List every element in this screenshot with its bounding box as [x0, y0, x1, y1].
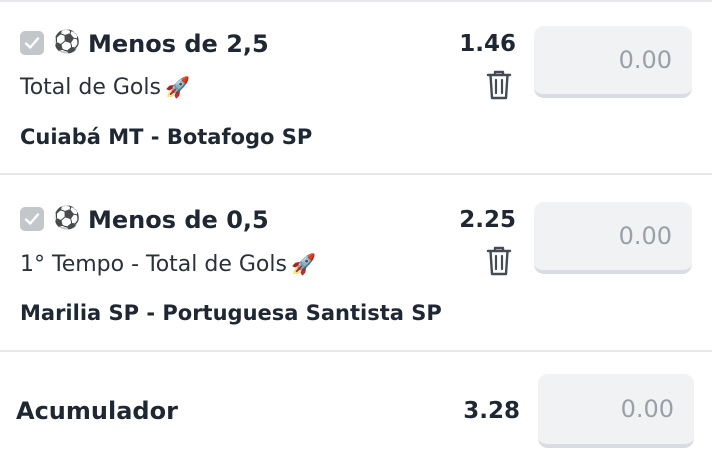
bet-type: Total de Gols 🚀: [20, 74, 190, 101]
market-name: Menos de 0,5: [88, 206, 269, 234]
team-separator: -: [150, 125, 160, 149]
soccer-ball-icon: ⚽: [53, 206, 81, 231]
stake-input[interactable]: [534, 26, 692, 98]
home-team: Marilia SP: [20, 301, 140, 325]
select-checkbox[interactable]: [20, 207, 44, 231]
soccer-ball-icon: ⚽: [53, 30, 81, 55]
stake-input[interactable]: [534, 202, 692, 274]
bet-selection: ⚽ Menos de 0,5 1° Tempo - Total de Gols 🚀…: [0, 177, 712, 352]
checkmark-icon: [24, 37, 40, 49]
odds-value: 1.46: [459, 31, 516, 57]
bet-slip: ⚽ Menos de 2,5 Total de Gols 🚀 Cuiabá MT …: [0, 0, 712, 468]
checkmark-icon: [24, 213, 40, 225]
rocket-icon: 🚀: [164, 75, 190, 99]
away-team: Botafogo SP: [166, 125, 313, 149]
match-teams: Cuiabá MT - Botafogo SP: [20, 124, 312, 150]
match-teams: Marilia SP - Portuguesa Santista SP: [20, 300, 442, 326]
bet-type-label: 1° Tempo - Total de Gols: [20, 252, 287, 277]
home-team: Cuiabá MT: [20, 125, 144, 149]
accumulator-label: Acumulador: [16, 397, 178, 425]
market-name: Menos de 2,5: [88, 30, 269, 58]
bet-type: 1° Tempo - Total de Gols 🚀: [20, 251, 316, 278]
select-checkbox[interactable]: [20, 31, 44, 55]
bet-selection: ⚽ Menos de 2,5 Total de Gols 🚀 Cuiabá MT …: [0, 2, 712, 175]
accumulator-stake-input[interactable]: [538, 374, 694, 448]
trash-icon[interactable]: [484, 68, 514, 102]
trash-icon[interactable]: [484, 244, 514, 278]
away-team: Portuguesa Santista SP: [162, 301, 442, 325]
bet-type-label: Total de Gols: [20, 75, 161, 100]
odds-value: 2.25: [459, 207, 516, 233]
rocket-icon: 🚀: [290, 252, 316, 276]
accumulator-odds: 3.28: [463, 398, 520, 424]
team-separator: -: [146, 301, 156, 325]
